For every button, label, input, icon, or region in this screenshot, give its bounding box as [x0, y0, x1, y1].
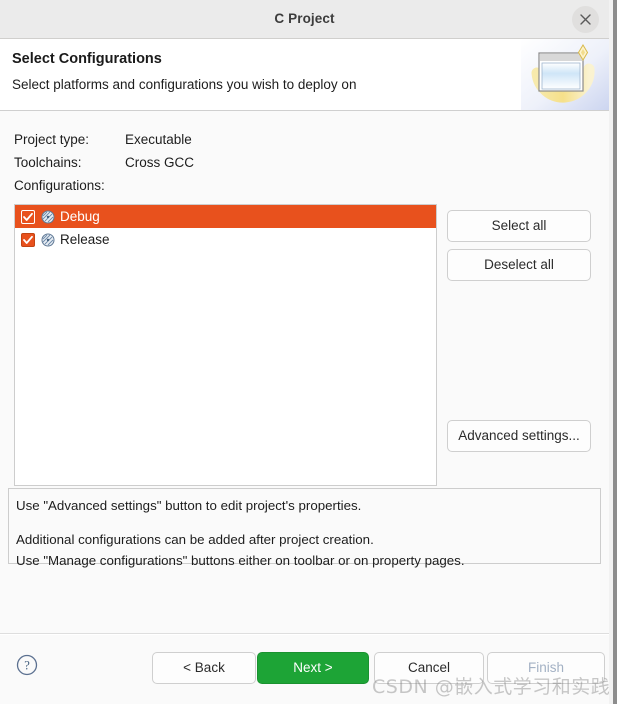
info-panel-line-3: Use "Manage configurations" buttons eith…	[16, 553, 465, 568]
project-info: Project type: Executable Toolchains: Cross…	[14, 128, 194, 197]
toolchains-value: Cross GCC	[125, 155, 195, 170]
configurations-list[interactable]: Debug Release	[14, 204, 437, 486]
toolchains-label: Toolchains:	[14, 155, 82, 170]
build-configuration-icon	[41, 233, 55, 246]
configurations-label: Configurations:	[14, 178, 105, 193]
close-button[interactable]	[572, 6, 599, 33]
help-question-icon[interactable]: ?	[16, 654, 38, 676]
page-title: Select Configurations	[12, 51, 162, 67]
select-all-button[interactable]: Select all	[447, 210, 591, 242]
check-icon	[23, 212, 33, 221]
check-icon	[23, 235, 33, 244]
list-item-label: Release	[60, 232, 110, 247]
project-info-row: Configurations:	[14, 174, 194, 197]
wizard-window-sparkle-icon	[521, 39, 609, 110]
project-type-value: Executable	[125, 132, 192, 147]
info-panel: Use "Advanced settings" button to edit p…	[8, 488, 601, 568]
list-item-debug[interactable]: Debug	[15, 205, 436, 228]
checkbox-release[interactable]	[21, 232, 35, 247]
svg-text:?: ?	[24, 659, 30, 673]
project-info-row: Toolchains: Cross GCC	[14, 151, 194, 174]
cancel-button[interactable]: Cancel	[374, 652, 484, 684]
deselect-all-button[interactable]: Deselect all	[447, 249, 591, 281]
wizard-header: Select Configurations Select platforms a…	[0, 39, 609, 111]
project-type-label: Project type:	[14, 132, 90, 147]
window-right-edge-inner	[609, 0, 613, 704]
window-title: C Project	[274, 11, 335, 26]
info-panel-line-1: Use "Advanced settings" button to edit p…	[16, 498, 362, 513]
close-icon	[580, 14, 591, 25]
window-right-edge	[609, 0, 617, 704]
finish-button: Finish	[487, 652, 605, 684]
list-item-label: Debug	[60, 209, 100, 224]
next-button[interactable]: Next >	[257, 652, 369, 684]
advanced-settings-button[interactable]: Advanced settings...	[447, 420, 591, 452]
wizard-body: Project type: Executable Toolchains: Cross…	[0, 111, 609, 634]
info-panel-spacer	[16, 516, 593, 529]
titlebar: C Project	[0, 0, 609, 39]
build-configuration-icon	[41, 210, 55, 223]
back-button[interactable]: < Back	[152, 652, 256, 684]
info-panel-line-2: Additional configurations can be added a…	[16, 532, 374, 547]
page-subtitle: Select platforms and configurations you …	[12, 77, 357, 92]
list-item-release[interactable]: Release	[15, 228, 436, 251]
checkbox-debug[interactable]	[21, 209, 35, 224]
c-project-wizard-dialog: C Project Select Configurations Select p…	[0, 0, 617, 704]
project-info-row: Project type: Executable	[14, 128, 194, 151]
